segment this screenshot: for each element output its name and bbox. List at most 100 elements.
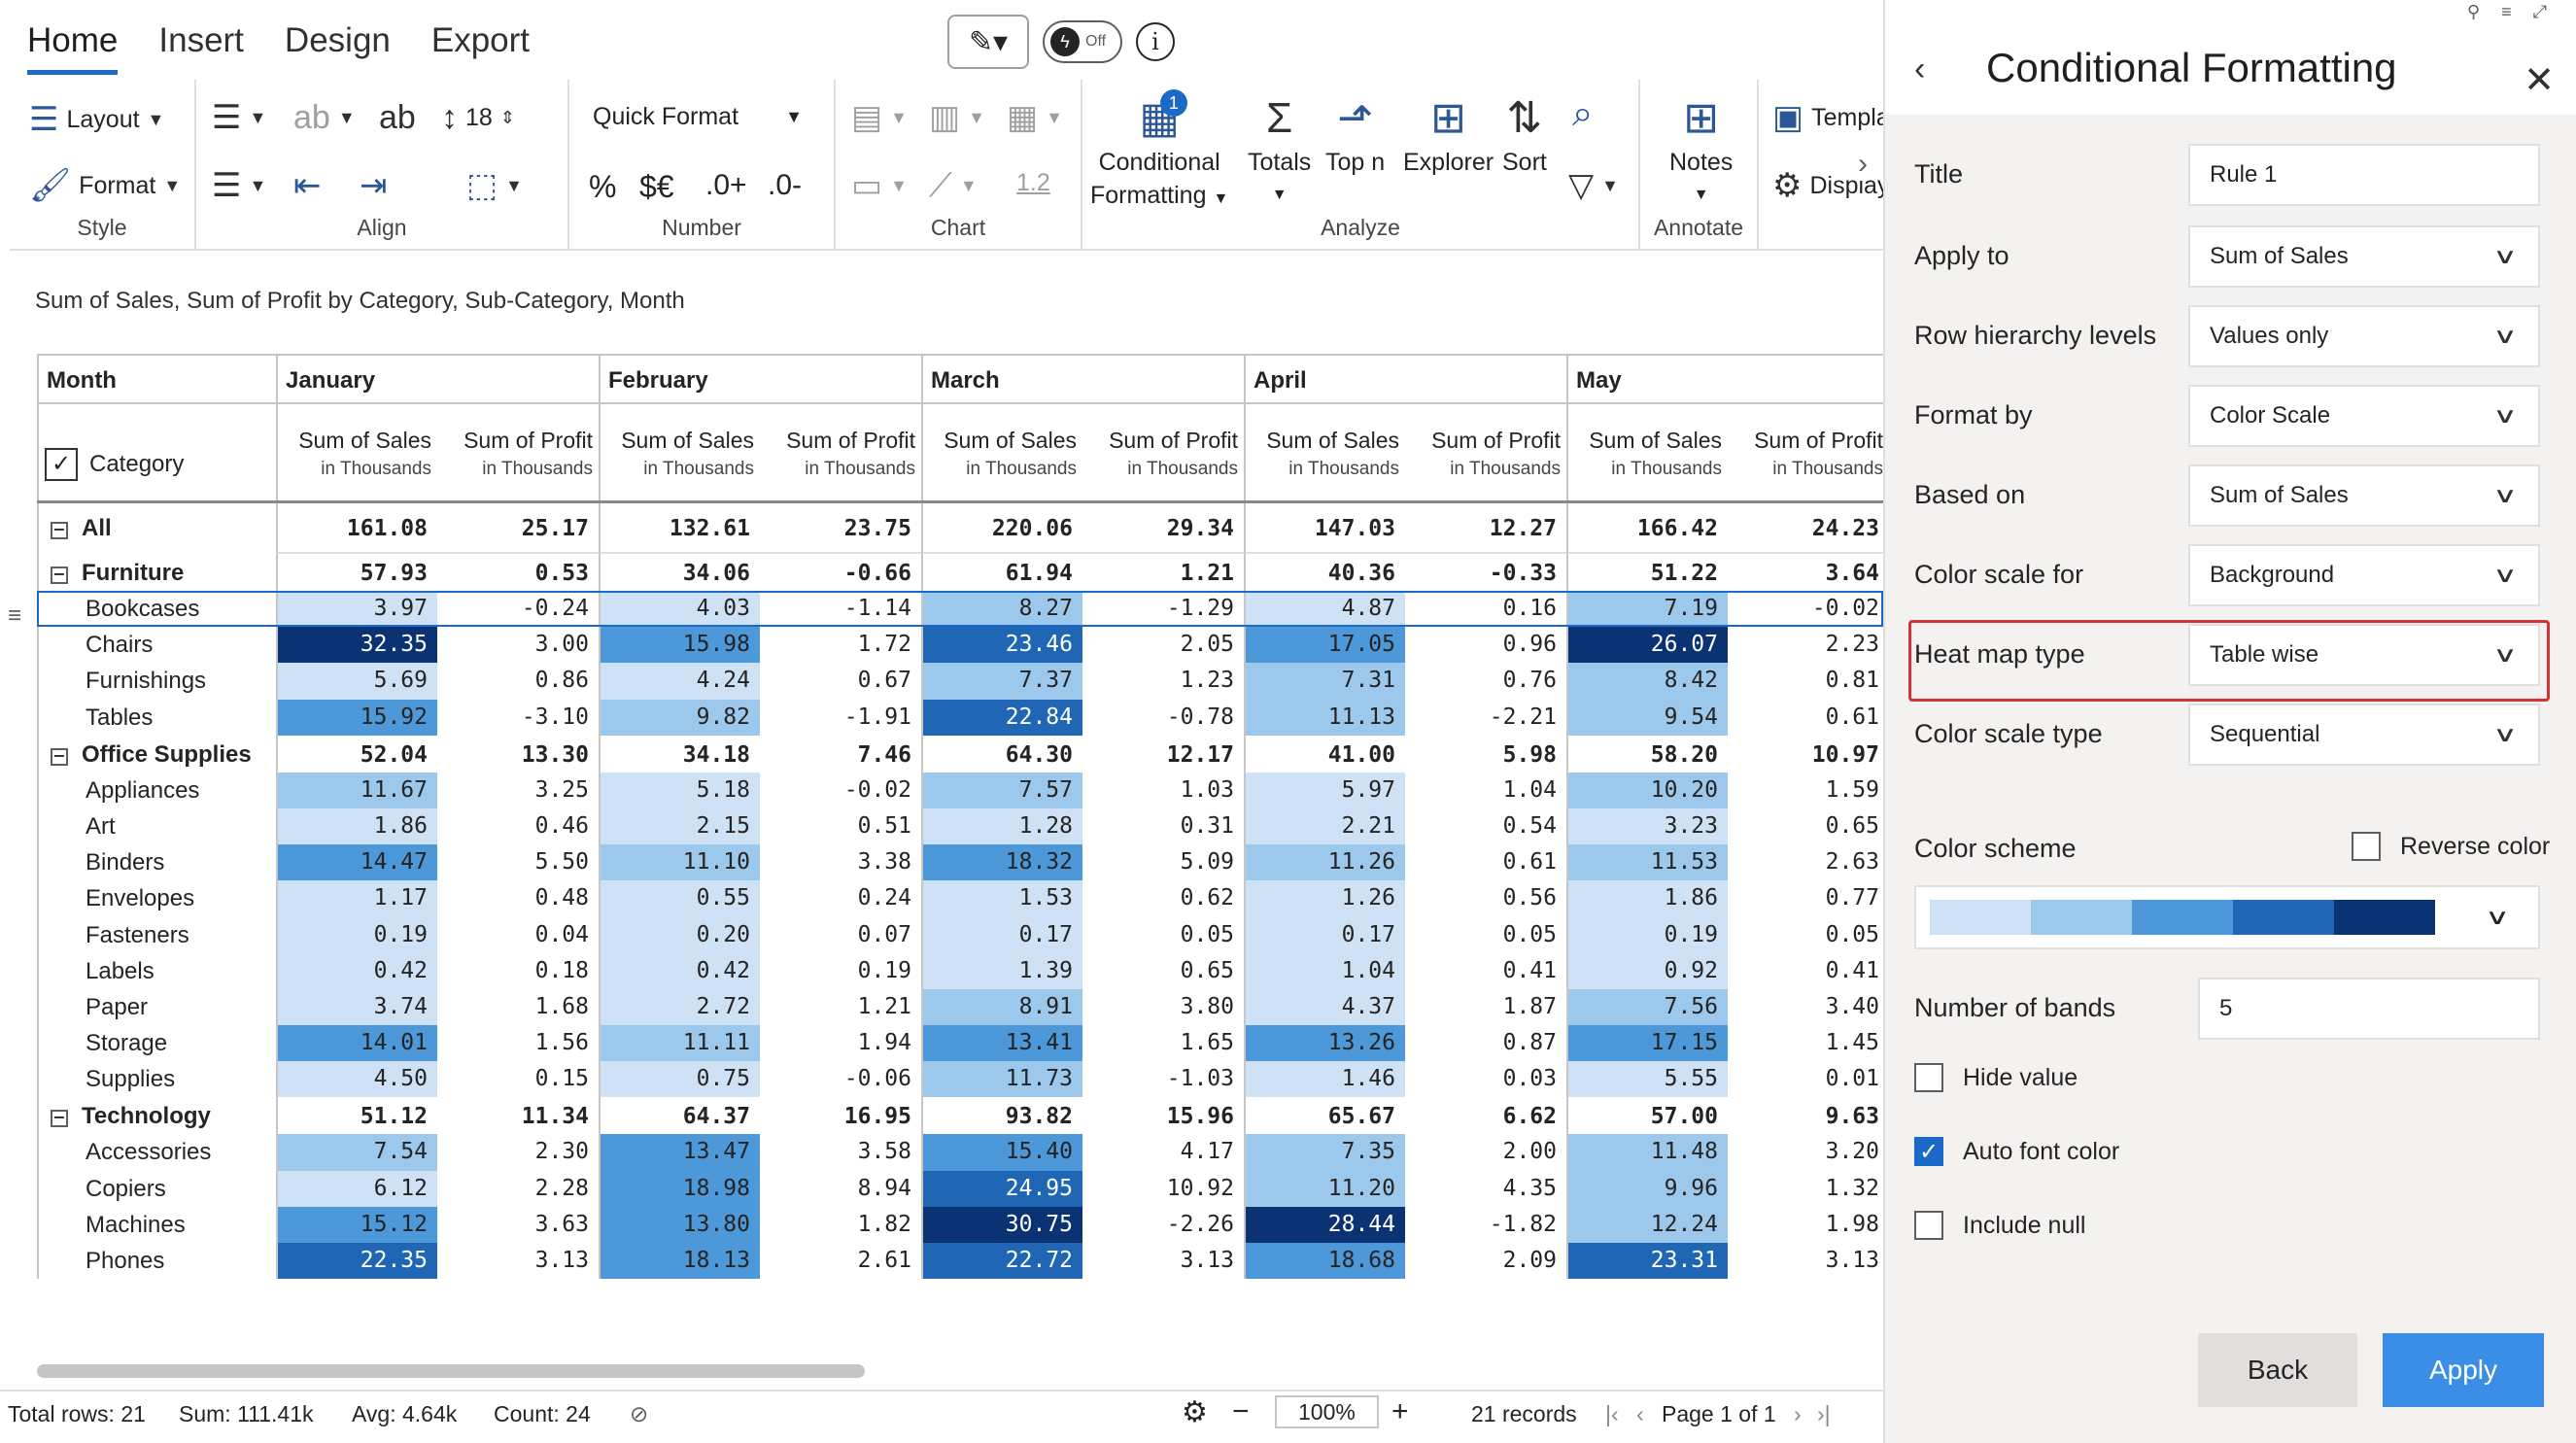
table-row[interactable]: Binders 14.47 5.50 11.10 3.38 18.32 5.09 11.26 0…	[37, 844, 1883, 881]
collapse-icon[interactable]: −	[51, 567, 68, 584]
first-page-icon[interactable]: |‹	[1605, 1401, 1619, 1427]
table-row[interactable]: Copiers 6.12 2.28 18.98 8.94 24.95 10.92 11.20 4…	[37, 1170, 1883, 1207]
table-row[interactable]: Accessories 7.54 2.30 13.47 3.58 15.40 4.17 7.3…	[37, 1134, 1883, 1171]
notes-button[interactable]: ⊞ Notes ▼	[1669, 91, 1733, 212]
tab-home[interactable]: Home	[27, 21, 119, 75]
reverse-color-checkbox[interactable]	[2352, 832, 2381, 861]
table-row[interactable]: Supplies 4.50 0.15 0.75 -0.06 11.73 -1.03 1.46 0…	[37, 1061, 1883, 1098]
text-overflow-button[interactable]: ab	[379, 101, 416, 134]
collapse-icon[interactable]: −	[51, 1110, 68, 1128]
expand-icon[interactable]: ⤢	[2533, 2, 2547, 22]
layout-button[interactable]: ☰ Layout ▼	[29, 103, 164, 136]
bar-chart-button[interactable]: ▤ ▼	[851, 101, 908, 134]
table-row[interactable]: − Office Supplies 52.04 13.30 34.18 7.46 64.30…	[37, 735, 1883, 773]
live-toggle[interactable]: ϟ Off	[1043, 20, 1122, 63]
table-row[interactable]: Paper 3.74 1.68 2.72 1.21 8.91 3.80 4.37 1.87 7.5…	[37, 988, 1883, 1026]
table-row[interactable]: Storage 14.01 1.56 11.11 1.94 13.41 1.65 13.26 0…	[37, 1025, 1883, 1062]
sales-measure-header[interactable]: Sum of Sales in Thousands	[276, 404, 437, 500]
search-button[interactable]: ⌕	[1572, 95, 1593, 132]
template-button[interactable]: ▣ Templa	[1772, 101, 1883, 134]
decrease-decimal-button[interactable]: .0-	[768, 169, 802, 202]
row-header[interactable]: Appliances	[37, 772, 276, 808]
sales-measure-header[interactable]: Sum of Sales in Thousands	[921, 404, 1082, 500]
field-dropdown[interactable]: Background ∨	[2188, 544, 2540, 606]
row-header[interactable]: − Furniture	[37, 554, 276, 591]
table-row[interactable]: Envelopes 1.17 0.48 0.55 0.24 1.53 0.62 1.26 0.5…	[37, 880, 1883, 917]
sales-measure-header[interactable]: Sum of Sales in Thousands	[1244, 404, 1405, 500]
row-header[interactable]: Machines	[37, 1206, 276, 1243]
text-wrap-button[interactable]: ab ▼	[293, 101, 356, 134]
horizontal-scrollbar[interactable]	[37, 1364, 865, 1378]
increase-decimal-button[interactable]: .0+	[705, 169, 747, 202]
row-header[interactable]: − All	[37, 503, 276, 554]
next-page-icon[interactable]: ›	[1794, 1401, 1802, 1427]
hide-eye-icon[interactable]: ⊘	[630, 1401, 648, 1427]
tab-design[interactable]: Design	[285, 21, 391, 75]
corner-header[interactable]: Month	[37, 356, 276, 402]
row-header[interactable]: Paper	[37, 988, 276, 1026]
zoom-out-icon[interactable]: −	[1232, 1395, 1250, 1428]
row-header[interactable]: Copiers	[37, 1170, 276, 1207]
title-input[interactable]: Rule 1	[2188, 144, 2540, 206]
edit-mode-button[interactable]: ✎▾	[947, 15, 1029, 69]
back-button[interactable]: Back	[2198, 1333, 2357, 1407]
table-row[interactable]: Bookcases 3.97 -0.24 4.03 -1.14 8.27 -1.29 4.87…	[37, 591, 1883, 628]
row-height-control[interactable]: ↕ 18 ⇕	[441, 101, 515, 134]
table-row[interactable]: Fasteners 0.19 0.04 0.20 0.07 0.17 0.05 0.17 0.0…	[37, 916, 1883, 953]
color-scheme-dropdown[interactable]: ∨	[1914, 885, 2540, 949]
field-dropdown[interactable]: Sum of Sales ∨	[2188, 464, 2540, 527]
profit-measure-header[interactable]: Sum of Profit in Thousands	[1082, 404, 1244, 500]
profit-measure-header[interactable]: Sum of Profit in Thousands	[1405, 404, 1566, 500]
field-dropdown[interactable]: Color Scale ∨	[2188, 385, 2540, 447]
reverse-color-option[interactable]: Reverse color	[2352, 832, 2550, 861]
row-header[interactable]: Art	[37, 807, 276, 845]
ribbon-scroll-right-icon[interactable]: ›	[1858, 148, 1868, 181]
category-header[interactable]: ✓ Category	[37, 404, 276, 500]
row-header[interactable]: Furnishings	[37, 663, 276, 700]
table-row[interactable]: Labels 0.42 0.18 0.42 0.19 1.39 0.65 1.04 0.41 0.…	[37, 952, 1883, 989]
indent-button[interactable]: ⇥	[360, 169, 388, 202]
table-row[interactable]: Machines 15.12 3.63 13.80 1.82 30.75 -2.26 28.4…	[37, 1206, 1883, 1243]
filter-icon[interactable]: ≡	[2501, 2, 2512, 22]
row-header[interactable]: Labels	[37, 952, 276, 989]
month-header[interactable]: April	[1244, 356, 1566, 402]
month-header[interactable]: March	[921, 356, 1244, 402]
explorer-button[interactable]: ⊞ Explorer	[1403, 91, 1494, 179]
table-row[interactable]: Furnishings 5.69 0.86 4.24 0.67 7.37 1.23 7.31 0…	[37, 663, 1883, 700]
zoom-level[interactable]: 100%	[1275, 1395, 1379, 1428]
sparkbar-button[interactable]: ▭ ▼	[851, 169, 908, 202]
table-row[interactable]: Tables 15.92 -3.10 9.82 -1.91 22.84 -0.78 11.13…	[37, 699, 1883, 736]
field-dropdown[interactable]: Sum of Sales ∨	[2188, 225, 2540, 288]
filter-button[interactable]: ▽ ▼	[1568, 169, 1619, 202]
row-header[interactable]: − Technology	[37, 1097, 276, 1135]
row-header[interactable]: Supplies	[37, 1061, 276, 1098]
table-row[interactable]: − Technology 51.12 11.34 64.37 16.95 93.82 15.9…	[37, 1097, 1883, 1135]
topn-button[interactable]: ⬏ Top n	[1325, 91, 1385, 179]
format-button[interactable]: 🖌 Format ▼	[29, 169, 181, 202]
sort-button[interactable]: ⇅ Sort	[1502, 91, 1547, 179]
tab-export[interactable]: Export	[431, 21, 530, 75]
profit-measure-header[interactable]: Sum of Profit in Thousands	[1728, 404, 1883, 500]
hide-value-checkbox[interactable]	[1914, 1063, 1943, 1092]
month-header[interactable]: May	[1566, 356, 1883, 402]
row-header[interactable]: Storage	[37, 1025, 276, 1062]
field-dropdown[interactable]: Sequential ∨	[2188, 704, 2540, 766]
profit-measure-header[interactable]: Sum of Profit in Thousands	[760, 404, 921, 500]
bands-input[interactable]: 5	[2198, 978, 2540, 1040]
column-width-button[interactable]: ⬚ ▼	[466, 169, 523, 202]
row-header[interactable]: Accessories	[37, 1134, 276, 1171]
last-page-icon[interactable]: ›|	[1817, 1401, 1831, 1427]
row-header[interactable]: Envelopes	[37, 880, 276, 917]
back-chevron-icon[interactable]: ‹	[1914, 51, 1925, 88]
percent-button[interactable]: %	[589, 169, 616, 205]
table-row[interactable]: Art 1.86 0.46 2.15 0.51 1.28 0.31 2.21 0.54 3.23 0…	[37, 807, 1883, 845]
table-row[interactable]: Phones 22.35 3.13 18.13 2.61 22.72 3.13 18.68 2.…	[37, 1243, 1883, 1280]
row-header[interactable]: Tables	[37, 699, 276, 736]
collapse-icon[interactable]: −	[51, 522, 68, 539]
apply-button[interactable]: Apply	[2383, 1333, 2544, 1407]
totals-button[interactable]: Σ Totals ▼	[1248, 91, 1311, 212]
column-chart-button[interactable]: ▥ ▼	[929, 101, 985, 134]
currency-button[interactable]: $€	[639, 169, 674, 205]
collapse-icon[interactable]: −	[51, 747, 68, 766]
align-left-button[interactable]: ☰ ▼	[212, 101, 266, 134]
